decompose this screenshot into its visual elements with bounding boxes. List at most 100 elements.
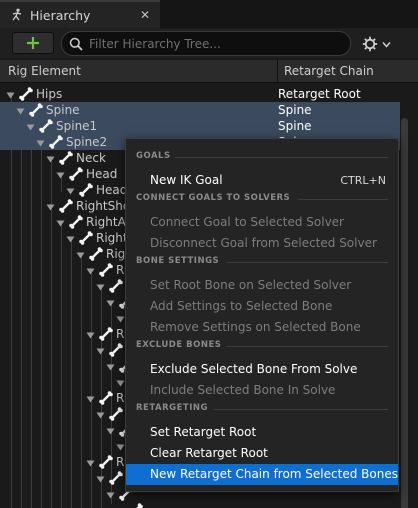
menu-item-label: Set Retarget Root: [150, 425, 257, 439]
menu-item[interactable]: Clear Retarget Root: [126, 443, 398, 464]
menu-item-label: Set Root Bone on Selected Solver: [150, 278, 352, 292]
expand-arrow-icon[interactable]: [6, 89, 15, 99]
expand-arrow-icon[interactable]: [16, 105, 25, 115]
menu-divider: [298, 199, 388, 200]
expand-arrow-icon[interactable]: [106, 297, 115, 307]
expand-arrow-icon[interactable]: [86, 393, 95, 403]
expand-arrow-icon[interactable]: [86, 457, 95, 467]
bone-icon: [98, 262, 114, 278]
bone-label: Spine2: [66, 135, 108, 149]
bone-label: Spine: [46, 103, 80, 117]
bone-icon: [28, 102, 44, 118]
gear-icon: [362, 36, 378, 52]
search-icon: [69, 37, 83, 51]
bone-icon: [68, 166, 84, 182]
menu-item[interactable]: Set Root Bone on Selected Solver: [126, 275, 398, 296]
tree-row[interactable]: Spine1 Spine: [0, 118, 400, 134]
expand-arrow-icon[interactable]: [66, 233, 75, 243]
expand-arrow-icon[interactable]: [86, 265, 95, 275]
column-retarget-chain[interactable]: Retarget Chain: [284, 64, 374, 78]
expand-arrow-icon[interactable]: [106, 361, 115, 371]
menu-section-header: EXCLUDE BONES: [136, 340, 222, 350]
skeleton-icon: [12, 8, 22, 21]
tree-row[interactable]: Spine Spine: [0, 102, 400, 118]
expand-arrow-icon[interactable]: [96, 281, 105, 291]
menu-section-header: RETARGETING: [136, 403, 208, 413]
expand-arrow-icon[interactable]: [116, 441, 125, 451]
bone-icon: [98, 390, 114, 406]
expand-arrow-icon[interactable]: [46, 153, 55, 163]
menu-divider: [226, 262, 388, 263]
bone-icon: [68, 214, 84, 230]
menu-item-label: Connect Goal to Selected Solver: [150, 215, 344, 229]
bone-icon: [108, 406, 124, 422]
expand-arrow-icon[interactable]: [116, 313, 125, 323]
menu-divider: [213, 409, 388, 410]
menu-item-label: Add Settings to Selected Bone: [150, 299, 333, 313]
expand-arrow-icon[interactable]: [86, 329, 95, 339]
expand-arrow-icon[interactable]: [56, 169, 65, 179]
tree-row[interactable]: Hips Retarget Root: [0, 86, 418, 102]
expand-arrow-icon[interactable]: [106, 489, 115, 499]
menu-item-label: New IK Goal: [150, 173, 223, 187]
expand-arrow-icon[interactable]: [76, 249, 85, 259]
plus-icon: [27, 37, 39, 49]
column-divider[interactable]: [277, 60, 278, 83]
menu-section-header: BONE SETTINGS: [136, 256, 220, 266]
bone-label: Head: [86, 167, 118, 181]
menu-item-label: Clear Retarget Root: [150, 446, 268, 460]
expand-arrow-icon[interactable]: [96, 473, 105, 483]
expand-arrow-icon[interactable]: [56, 217, 65, 227]
bone-icon: [48, 134, 64, 150]
expand-arrow-icon[interactable]: [46, 201, 55, 211]
tab-bar: Hierarchy ✕: [0, 0, 418, 28]
menu-item[interactable]: Set Retarget Root: [126, 422, 398, 443]
settings-dropdown[interactable]: [362, 33, 402, 55]
search-box[interactable]: [61, 31, 351, 56]
menu-item[interactable]: Disconnect Goal from Selected Solver: [126, 233, 398, 254]
menu-section-header: CONNECT GOALS TO SOLVERS: [136, 193, 291, 203]
expand-arrow-icon[interactable]: [96, 345, 105, 355]
toolbar: [0, 28, 418, 58]
menu-item-label: Remove Settings on Selected Bone: [150, 320, 361, 334]
bone-icon: [98, 454, 114, 470]
bone-icon: [108, 278, 124, 294]
expand-arrow-icon[interactable]: [96, 409, 105, 419]
menu-item[interactable]: Exclude Selected Bone From Solve: [126, 359, 398, 380]
menu-section-header: GOALS: [136, 151, 171, 161]
tree-row[interactable]: [0, 502, 400, 508]
bone-label: Hips: [36, 87, 63, 101]
bone-icon: [18, 86, 34, 102]
menu-item[interactable]: Remove Settings on Selected Bone: [126, 317, 398, 338]
menu-item[interactable]: New IK Goal CTRL+N: [126, 170, 398, 191]
add-button[interactable]: [12, 32, 54, 54]
expand-arrow-icon[interactable]: [106, 425, 115, 435]
context-menu: GOALS New IK Goal CTRL+N CONNECT GOALS TO S…: [125, 138, 399, 492]
expand-arrow-icon[interactable]: [36, 137, 45, 147]
column-rig-element[interactable]: Rig Element: [8, 64, 81, 78]
menu-item[interactable]: New Retarget Chain from Selected Bones: [126, 464, 398, 485]
menu-item[interactable]: Connect Goal to Selected Solver: [126, 212, 398, 233]
expand-arrow-icon[interactable]: [116, 377, 125, 387]
menu-item-label: New Retarget Chain from Selected Bones: [150, 467, 398, 481]
menu-item[interactable]: Include Selected Bone In Solve: [126, 380, 398, 401]
scrollbar-thumb[interactable]: [401, 118, 408, 508]
tab-hierarchy[interactable]: Hierarchy ✕: [0, 0, 160, 28]
bone-label: Spine1: [56, 119, 98, 133]
search-input[interactable]: [89, 36, 339, 51]
menu-item-shortcut: CTRL+N: [340, 174, 386, 187]
menu-item-label: Include Selected Bone In Solve: [150, 383, 336, 397]
bone-icon: [128, 502, 144, 508]
bone-icon: [108, 342, 124, 358]
retarget-chain-label: Spine: [278, 119, 312, 133]
bone-icon: [58, 150, 74, 166]
menu-divider: [226, 346, 388, 347]
bone-icon: [58, 198, 74, 214]
expand-arrow-icon[interactable]: [66, 185, 75, 195]
expand-arrow-icon[interactable]: [26, 121, 35, 131]
retarget-chain-label: Spine: [278, 103, 312, 117]
menu-divider: [174, 157, 388, 158]
column-header: Rig Element Retarget Chain: [0, 60, 418, 83]
close-icon[interactable]: ✕: [140, 8, 150, 22]
menu-item[interactable]: Add Settings to Selected Bone: [126, 296, 398, 317]
